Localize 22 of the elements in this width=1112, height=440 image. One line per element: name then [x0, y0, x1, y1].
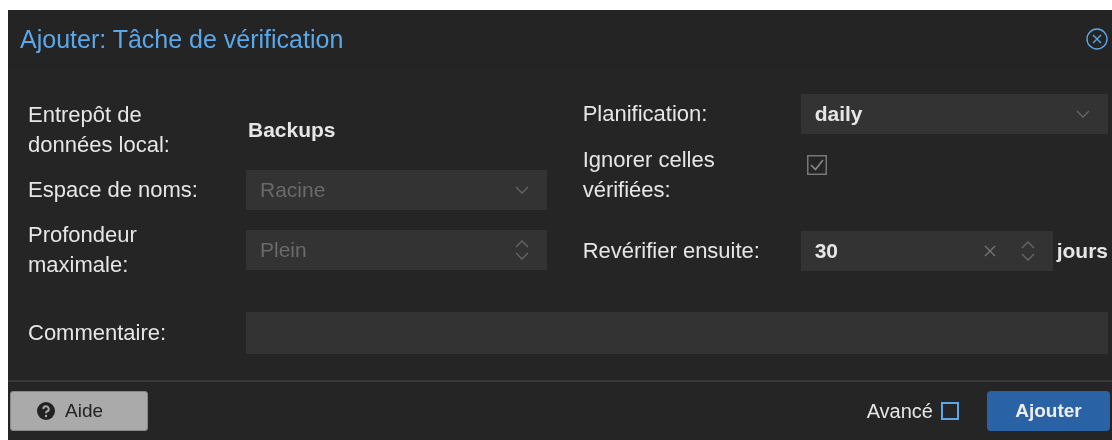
advanced-label: Avancé	[866, 399, 933, 423]
help-icon	[37, 402, 55, 420]
field-label: Ignorer celles vérifiées:	[582, 146, 716, 204]
spinner-arrows-icon[interactable]	[1020, 240, 1035, 262]
close-icon[interactable]	[1086, 28, 1108, 50]
field-label: Revérifier ensuite:	[582, 237, 761, 265]
help-button[interactable]: Aide	[10, 391, 148, 431]
number-field[interactable]: 30	[800, 231, 1053, 271]
field-label: Espace de noms:	[28, 176, 199, 204]
advanced-checkbox[interactable]	[941, 402, 959, 420]
window-title: Ajouter: Tâche de vérification	[20, 24, 344, 54]
field-label: Commentaire:	[28, 320, 168, 346]
dropdown-field[interactable]: daily	[800, 94, 1108, 134]
add-button[interactable]: Ajouter	[987, 391, 1110, 431]
dropdown-caret-icon[interactable]	[1076, 110, 1090, 118]
field-label: Profondeur maximale:	[28, 221, 138, 279]
field-label: Planification:	[582, 100, 709, 128]
clear-icon[interactable]	[982, 244, 997, 258]
field-label: Entrepôt de données local:	[28, 101, 171, 159]
field-value: Backups	[247, 118, 336, 142]
unit-label: jours	[1056, 239, 1108, 263]
checkbox[interactable]	[806, 155, 827, 175]
